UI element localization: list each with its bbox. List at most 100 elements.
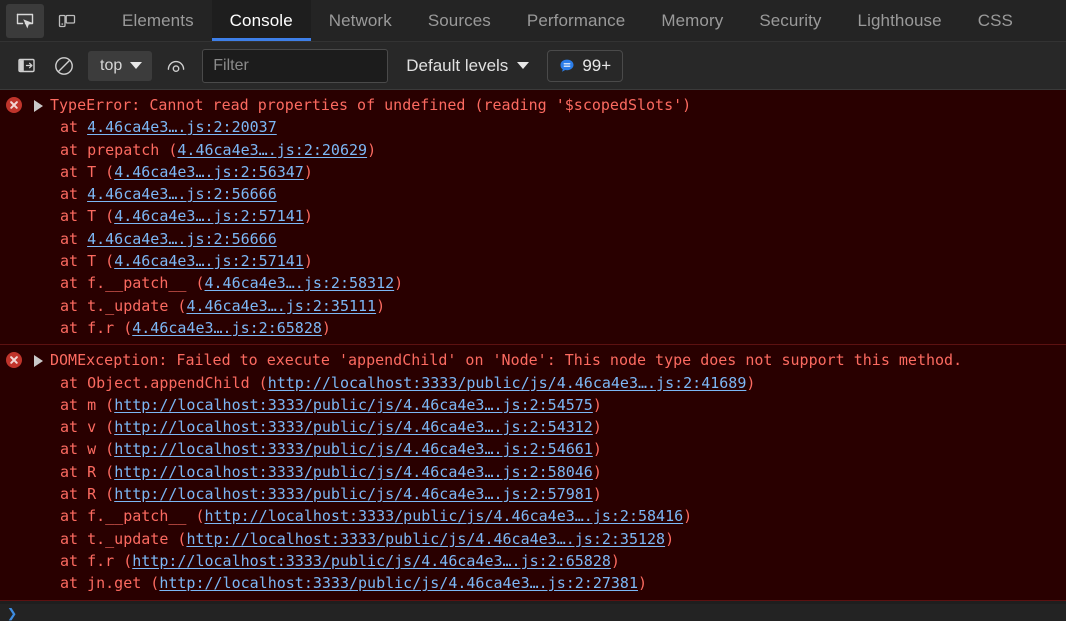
source-link[interactable]: 4.46ca4e3….js:2:57141 — [114, 252, 304, 270]
tab-security[interactable]: Security — [741, 0, 839, 41]
tab-console[interactable]: Console — [211, 0, 311, 41]
error-icon — [6, 97, 22, 113]
source-link[interactable]: http://localhost:3333/public/js/4.46ca4e… — [114, 485, 593, 503]
stack-frame[interactable]: at 4.46ca4e3….js:2:56666 — [60, 228, 1066, 250]
frame-open-paren: ( — [96, 462, 115, 481]
message-count-badge[interactable]: 99+ — [547, 49, 624, 82]
stack-frame[interactable]: at T (4.46ca4e3….js:2:57141) — [60, 250, 1066, 272]
frame-prefix: at — [60, 574, 88, 593]
log-levels-dropdown[interactable]: Default levels — [406, 56, 530, 76]
expand-triangle-icon[interactable] — [34, 100, 43, 112]
filter-input[interactable]: Filter — [202, 48, 389, 83]
device-toolbar-icon[interactable] — [48, 4, 86, 38]
chevron-down-icon — [517, 62, 530, 69]
frame-open-paren: ( — [96, 162, 115, 181]
tab-network[interactable]: Network — [311, 0, 410, 41]
frame-close-paren: ) — [367, 140, 377, 159]
stack-frame[interactable]: at f.__patch__ (http://localhost:3333/pu… — [60, 505, 1066, 527]
stack-frame[interactable]: at Object.appendChild (http://localhost:… — [60, 372, 1066, 394]
source-link[interactable]: 4.46ca4e3….js:2:56347 — [114, 163, 304, 181]
stack-frame[interactable]: at t._update (4.46ca4e3….js:2:35111) — [60, 295, 1066, 317]
frame-prefix: at — [60, 118, 88, 137]
inspect-element-icon[interactable] — [6, 3, 44, 38]
execution-context-selector[interactable]: top — [88, 50, 153, 81]
frame-open-paren: ( — [159, 140, 178, 159]
tab-memory[interactable]: Memory — [643, 0, 741, 41]
source-link[interactable]: 4.46ca4e3….js:2:56666 — [87, 230, 277, 248]
console-error-message[interactable]: DOMException: Failed to execute 'appendC… — [0, 345, 1066, 601]
source-link[interactable]: 4.46ca4e3….js:2:20629 — [177, 141, 367, 159]
frame-open-paren: ( — [114, 551, 133, 570]
clear-console-icon[interactable] — [46, 50, 82, 82]
console-error-header[interactable]: DOMException: Failed to execute 'appendC… — [0, 349, 1066, 371]
stack-frame[interactable]: at 4.46ca4e3….js:2:56666 — [60, 183, 1066, 205]
stack-frame[interactable]: at T (4.46ca4e3….js:2:57141) — [60, 205, 1066, 227]
console-message-list[interactable]: TypeError: Cannot read properties of und… — [0, 90, 1066, 621]
stack-frame[interactable]: at f.r (4.46ca4e3….js:2:65828) — [60, 317, 1066, 339]
expand-triangle-icon[interactable] — [34, 355, 43, 368]
frame-prefix: at — [60, 229, 88, 248]
stack-trace: at Object.appendChild (http://localhost:… — [0, 372, 1066, 595]
source-link[interactable]: http://localhost:3333/public/js/4.46ca4e… — [114, 440, 593, 458]
tab-label: Lighthouse — [857, 10, 942, 30]
frame-prefix: at — [60, 274, 88, 293]
chevron-down-icon — [130, 62, 143, 69]
stack-frame[interactable]: at T (4.46ca4e3….js:2:56347) — [60, 161, 1066, 183]
source-link[interactable]: 4.46ca4e3….js:2:20037 — [87, 118, 277, 136]
source-link[interactable]: 4.46ca4e3….js:2:65828 — [132, 319, 322, 337]
frame-open-paren: ( — [96, 485, 115, 504]
frame-prefix: at — [60, 418, 88, 437]
console-prompt-row[interactable]: ❯ — [0, 604, 1066, 621]
frame-function: jn.get — [87, 574, 142, 593]
error-title: TypeError: Cannot read properties of und… — [50, 96, 692, 114]
source-link[interactable]: http://localhost:3333/public/js/4.46ca4e… — [186, 530, 665, 548]
source-link[interactable]: 4.46ca4e3….js:2:35111 — [186, 297, 376, 315]
tab-label: Memory — [661, 10, 724, 30]
stack-frame[interactable]: at m (http://localhost:3333/public/js/4.… — [60, 394, 1066, 416]
console-error-message[interactable]: TypeError: Cannot read properties of und… — [0, 90, 1066, 346]
tab-label: Security — [759, 10, 822, 30]
source-link[interactable]: http://localhost:3333/public/js/4.46ca4e… — [268, 374, 747, 392]
source-link[interactable]: http://localhost:3333/public/js/4.46ca4e… — [132, 552, 611, 570]
show-console-sidebar-icon[interactable] — [8, 50, 44, 82]
stack-frame[interactable]: at jn.get (http://localhost:3333/public/… — [60, 572, 1066, 594]
stack-frame[interactable]: at 4.46ca4e3….js:2:20037 — [60, 116, 1066, 138]
frame-prefix: at — [60, 551, 88, 570]
frame-open-paren: ( — [186, 507, 205, 526]
frame-function: f.r — [87, 318, 115, 337]
stack-frame[interactable]: at R (http://localhost:3333/public/js/4.… — [60, 483, 1066, 505]
frame-prefix: at — [60, 462, 88, 481]
stack-frame[interactable]: at v (http://localhost:3333/public/js/4.… — [60, 416, 1066, 438]
tab-css[interactable]: CSS — [960, 0, 1031, 41]
tab-label: Performance — [526, 10, 626, 30]
source-link[interactable]: http://localhost:3333/public/js/4.46ca4e… — [159, 574, 638, 592]
tab-performance[interactable]: Performance — [509, 0, 643, 41]
source-link[interactable]: http://localhost:3333/public/js/4.46ca4e… — [205, 507, 684, 525]
source-link[interactable]: 4.46ca4e3….js:2:56666 — [87, 185, 277, 203]
source-link[interactable]: http://localhost:3333/public/js/4.46ca4e… — [114, 396, 593, 414]
stack-frame[interactable]: at R (http://localhost:3333/public/js/4.… — [60, 461, 1066, 483]
frame-prefix: at — [60, 485, 88, 504]
source-link[interactable]: 4.46ca4e3….js:2:58312 — [205, 274, 395, 292]
tab-lighthouse[interactable]: Lighthouse — [840, 0, 960, 41]
stack-frame[interactable]: at w (http://localhost:3333/public/js/4.… — [60, 438, 1066, 460]
live-expression-icon[interactable] — [158, 50, 194, 82]
frame-close-paren: ) — [592, 485, 602, 504]
console-error-header[interactable]: TypeError: Cannot read properties of und… — [0, 94, 1066, 116]
tab-sources[interactable]: Sources — [410, 0, 509, 41]
source-link[interactable]: http://localhost:3333/public/js/4.46ca4e… — [114, 463, 593, 481]
stack-frame[interactable]: at prepatch (4.46ca4e3….js:2:20629) — [60, 139, 1066, 161]
frame-prefix: at — [60, 296, 88, 315]
source-link[interactable]: 4.46ca4e3….js:2:57141 — [114, 207, 304, 225]
stack-frame[interactable]: at f.__patch__ (4.46ca4e3….js:2:58312) — [60, 272, 1066, 294]
frame-function: R — [87, 462, 97, 481]
frame-function: t._update — [87, 296, 169, 315]
frame-prefix: at — [60, 207, 88, 226]
tab-elements[interactable]: Elements — [104, 0, 212, 41]
stack-frame[interactable]: at f.r (http://localhost:3333/public/js/… — [60, 550, 1066, 572]
frame-close-paren: ) — [637, 574, 648, 593]
stack-frame[interactable]: at t._update (http://localhost:3333/publ… — [60, 528, 1066, 550]
source-link[interactable]: http://localhost:3333/public/js/4.46ca4e… — [114, 418, 593, 436]
frame-prefix: at — [60, 162, 88, 181]
frame-close-paren: ) — [592, 418, 602, 437]
